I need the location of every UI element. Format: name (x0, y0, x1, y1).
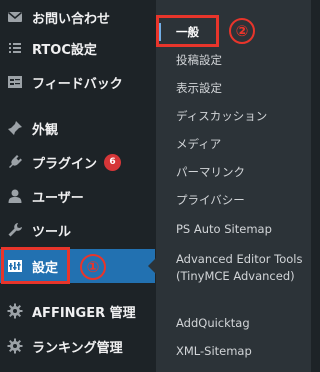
highlight-box-settings (1, 247, 70, 284)
user-icon (4, 185, 26, 207)
sidebar-item-contact[interactable]: お問い合わせ (0, 0, 155, 34)
submenu-item-permalinks[interactable]: パーマリンク (176, 164, 307, 180)
sidebar-item-label: AFFINGER 管理 (32, 305, 136, 321)
submenu-item-advanced-editor-tools[interactable]: Advanced Editor Tools (TinyMCE Advanced) (176, 251, 307, 285)
update-count-badge: 6 (104, 153, 122, 171)
wrench-icon (4, 219, 26, 241)
step-number-1: ① (80, 254, 106, 280)
pin-icon (4, 117, 26, 139)
sidebar-item-label: ランキング管理 (32, 340, 123, 356)
sidebar-item-label: ユーザー (32, 190, 84, 206)
sidebar-item-label: RTOC設定 (32, 42, 97, 58)
highlight-box-general (156, 15, 219, 47)
submenu-item-xml-sitemap[interactable]: XML-Sitemap (176, 343, 307, 359)
list-icon (4, 37, 26, 59)
submenu-item-media[interactable]: メディア (176, 136, 307, 152)
sidebar-item-plugins[interactable]: プラグイン 6 (0, 145, 155, 179)
sidebar-item-label: 外観 (32, 122, 59, 138)
sidebar-item-users[interactable]: ユーザー (0, 179, 155, 213)
submenu-item-addquicktag[interactable]: AddQuicktag (176, 315, 307, 331)
mail-icon (4, 6, 26, 28)
submenu-item-discussion[interactable]: ディスカッション (176, 108, 307, 124)
step-number-2: ② (229, 18, 255, 44)
sidebar-item-feedback[interactable]: フィードバック (0, 65, 155, 99)
settings-submenu: 一般 投稿設定 表示設定 ディスカッション メディア パーマリンク プライバシー… (156, 0, 311, 372)
sidebar-item-tools[interactable]: ツール (0, 213, 155, 247)
sidebar-item-label: ツール (32, 224, 72, 240)
submenu-item-privacy[interactable]: プライバシー (176, 192, 307, 208)
admin-sidebar: お問い合わせ RTOC設定 フィードバック 外観 プラグイン 6 ユーザー ツー… (0, 0, 155, 372)
sidebar-item-affinger[interactable]: AFFINGER 管理 (0, 294, 155, 328)
submenu-pointer (148, 258, 156, 274)
sidebar-item-ranking[interactable]: ランキング管理 (0, 329, 155, 363)
submenu-item-reading[interactable]: 表示設定 (176, 80, 307, 96)
sidebar-item-rtoc[interactable]: RTOC設定 (0, 31, 155, 65)
submenu-item-writing[interactable]: 投稿設定 (176, 52, 307, 68)
sidebar-item-appearance[interactable]: 外観 (0, 111, 155, 145)
sidebar-item-label: お問い合わせ (32, 11, 111, 27)
gear-icon (4, 335, 26, 357)
gear-icon (4, 300, 26, 322)
plugin-icon (4, 151, 26, 173)
sidebar-item-label: プラグイン (32, 156, 98, 172)
submenu-item-ps-auto-sitemap[interactable]: PS Auto Sitemap (176, 221, 307, 237)
sidebar-item-label: フィードバック (32, 76, 123, 92)
feedback-icon (4, 71, 26, 93)
